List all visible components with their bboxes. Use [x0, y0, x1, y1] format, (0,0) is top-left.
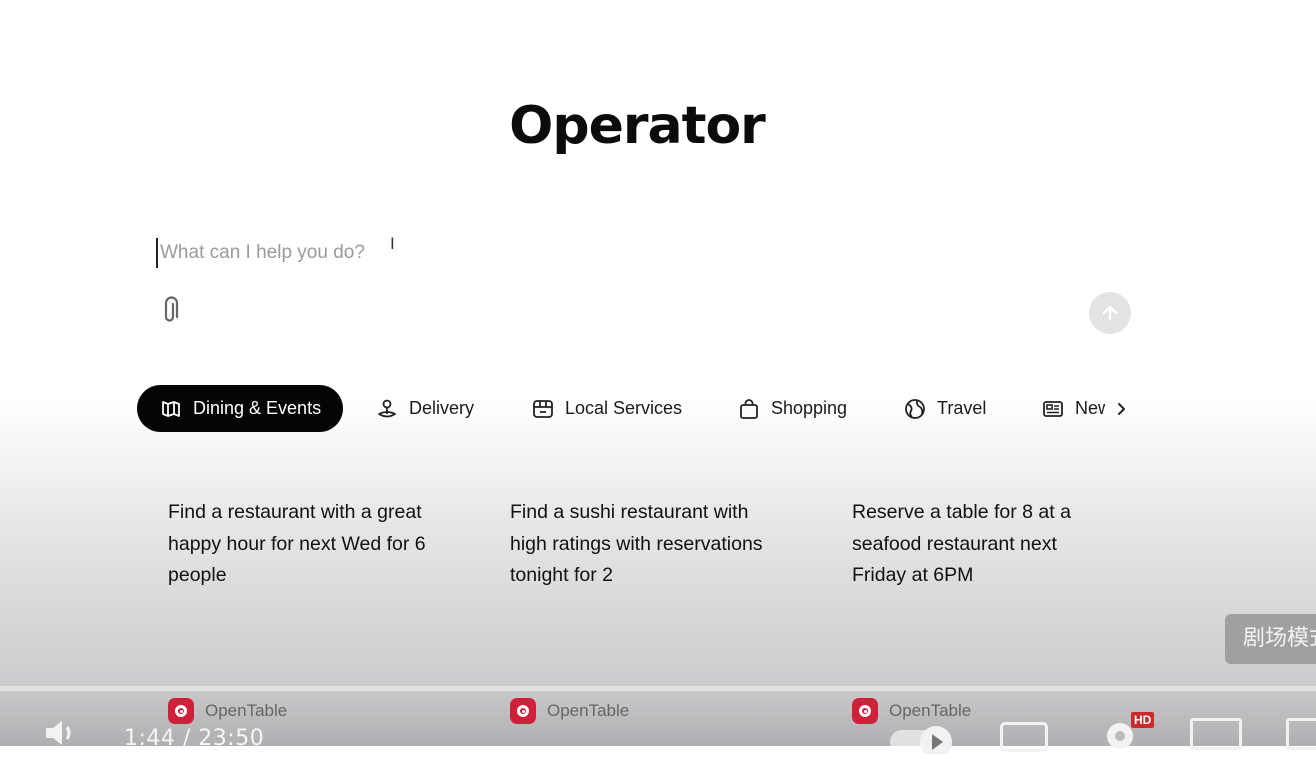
tab-label: News [1075, 398, 1105, 418]
scroll-right-chevron-icon[interactable] [1112, 397, 1132, 421]
tab-label: Delivery [409, 398, 475, 418]
tab-label: Travel [937, 398, 987, 418]
theater-mode-tooltip: 剧场模式 [1225, 614, 1316, 664]
autoplay-toggle[interactable] [888, 724, 958, 758]
hd-badge: HD [1131, 712, 1155, 728]
suggestion-card-2[interactable]: Find a sushi restaurant with high rating… [510, 497, 770, 592]
tab-news[interactable]: News [1041, 385, 1105, 432]
card-source-1: OpenTable [168, 698, 287, 724]
page-title: Operator [509, 96, 766, 156]
tab-label: Dining & Events [193, 398, 322, 418]
tab-shopping[interactable]: Shopping [737, 385, 847, 432]
tab-local-services[interactable]: Local Services [531, 385, 682, 432]
video-progress-bar[interactable] [0, 686, 1316, 691]
suggestion-card-1[interactable]: Find a restaurant with a great happy hou… [168, 497, 428, 592]
category-tabs: Dining & Events Delivery Local Services … [137, 385, 1137, 433]
dining-icon [159, 397, 183, 421]
suggestion-text: Find a sushi restaurant with high rating… [510, 501, 763, 586]
miniplayer-icon[interactable] [1190, 718, 1242, 750]
prompt-composer: I [140, 226, 1140, 336]
send-button[interactable] [1089, 292, 1131, 334]
tab-label: Local Services [565, 398, 683, 418]
suggestion-card-3[interactable]: Reserve a table for 8 at a seafood resta… [852, 497, 1112, 592]
shopping-bag-icon [737, 397, 761, 421]
theater-mode-button[interactable] [1286, 718, 1316, 750]
arrow-up-icon [1102, 305, 1118, 321]
text-cursor-icon: I [390, 234, 395, 253]
source-label: OpenTable [205, 701, 288, 720]
source-label: OpenTable [889, 701, 972, 720]
tab-dining-events[interactable]: Dining & Events [137, 385, 344, 432]
suggestion-text: Reserve a table for 8 at a seafood resta… [852, 501, 1071, 586]
video-time: 1:44 / 23:50 [124, 726, 265, 751]
opentable-logo-icon [852, 698, 878, 724]
volume-icon[interactable] [44, 718, 84, 748]
tab-travel[interactable]: Travel [903, 385, 986, 432]
suggestion-text: Find a restaurant with a great happy hou… [168, 501, 426, 586]
attach-paperclip-icon[interactable] [158, 296, 182, 326]
newspaper-icon [1041, 397, 1065, 421]
opentable-logo-icon [510, 698, 536, 724]
tab-label: Shopping [771, 398, 848, 418]
delivery-pin-icon [375, 397, 399, 421]
tab-delivery[interactable]: Delivery [375, 385, 474, 432]
source-label: OpenTable [547, 701, 630, 720]
store-icon [531, 397, 555, 421]
globe-icon [903, 397, 927, 421]
card-source-2: OpenTable [510, 698, 629, 724]
card-source-3: OpenTable [852, 698, 971, 724]
prompt-input[interactable] [156, 238, 860, 268]
opentable-logo-icon [168, 698, 194, 724]
subtitles-icon[interactable] [1000, 722, 1048, 752]
